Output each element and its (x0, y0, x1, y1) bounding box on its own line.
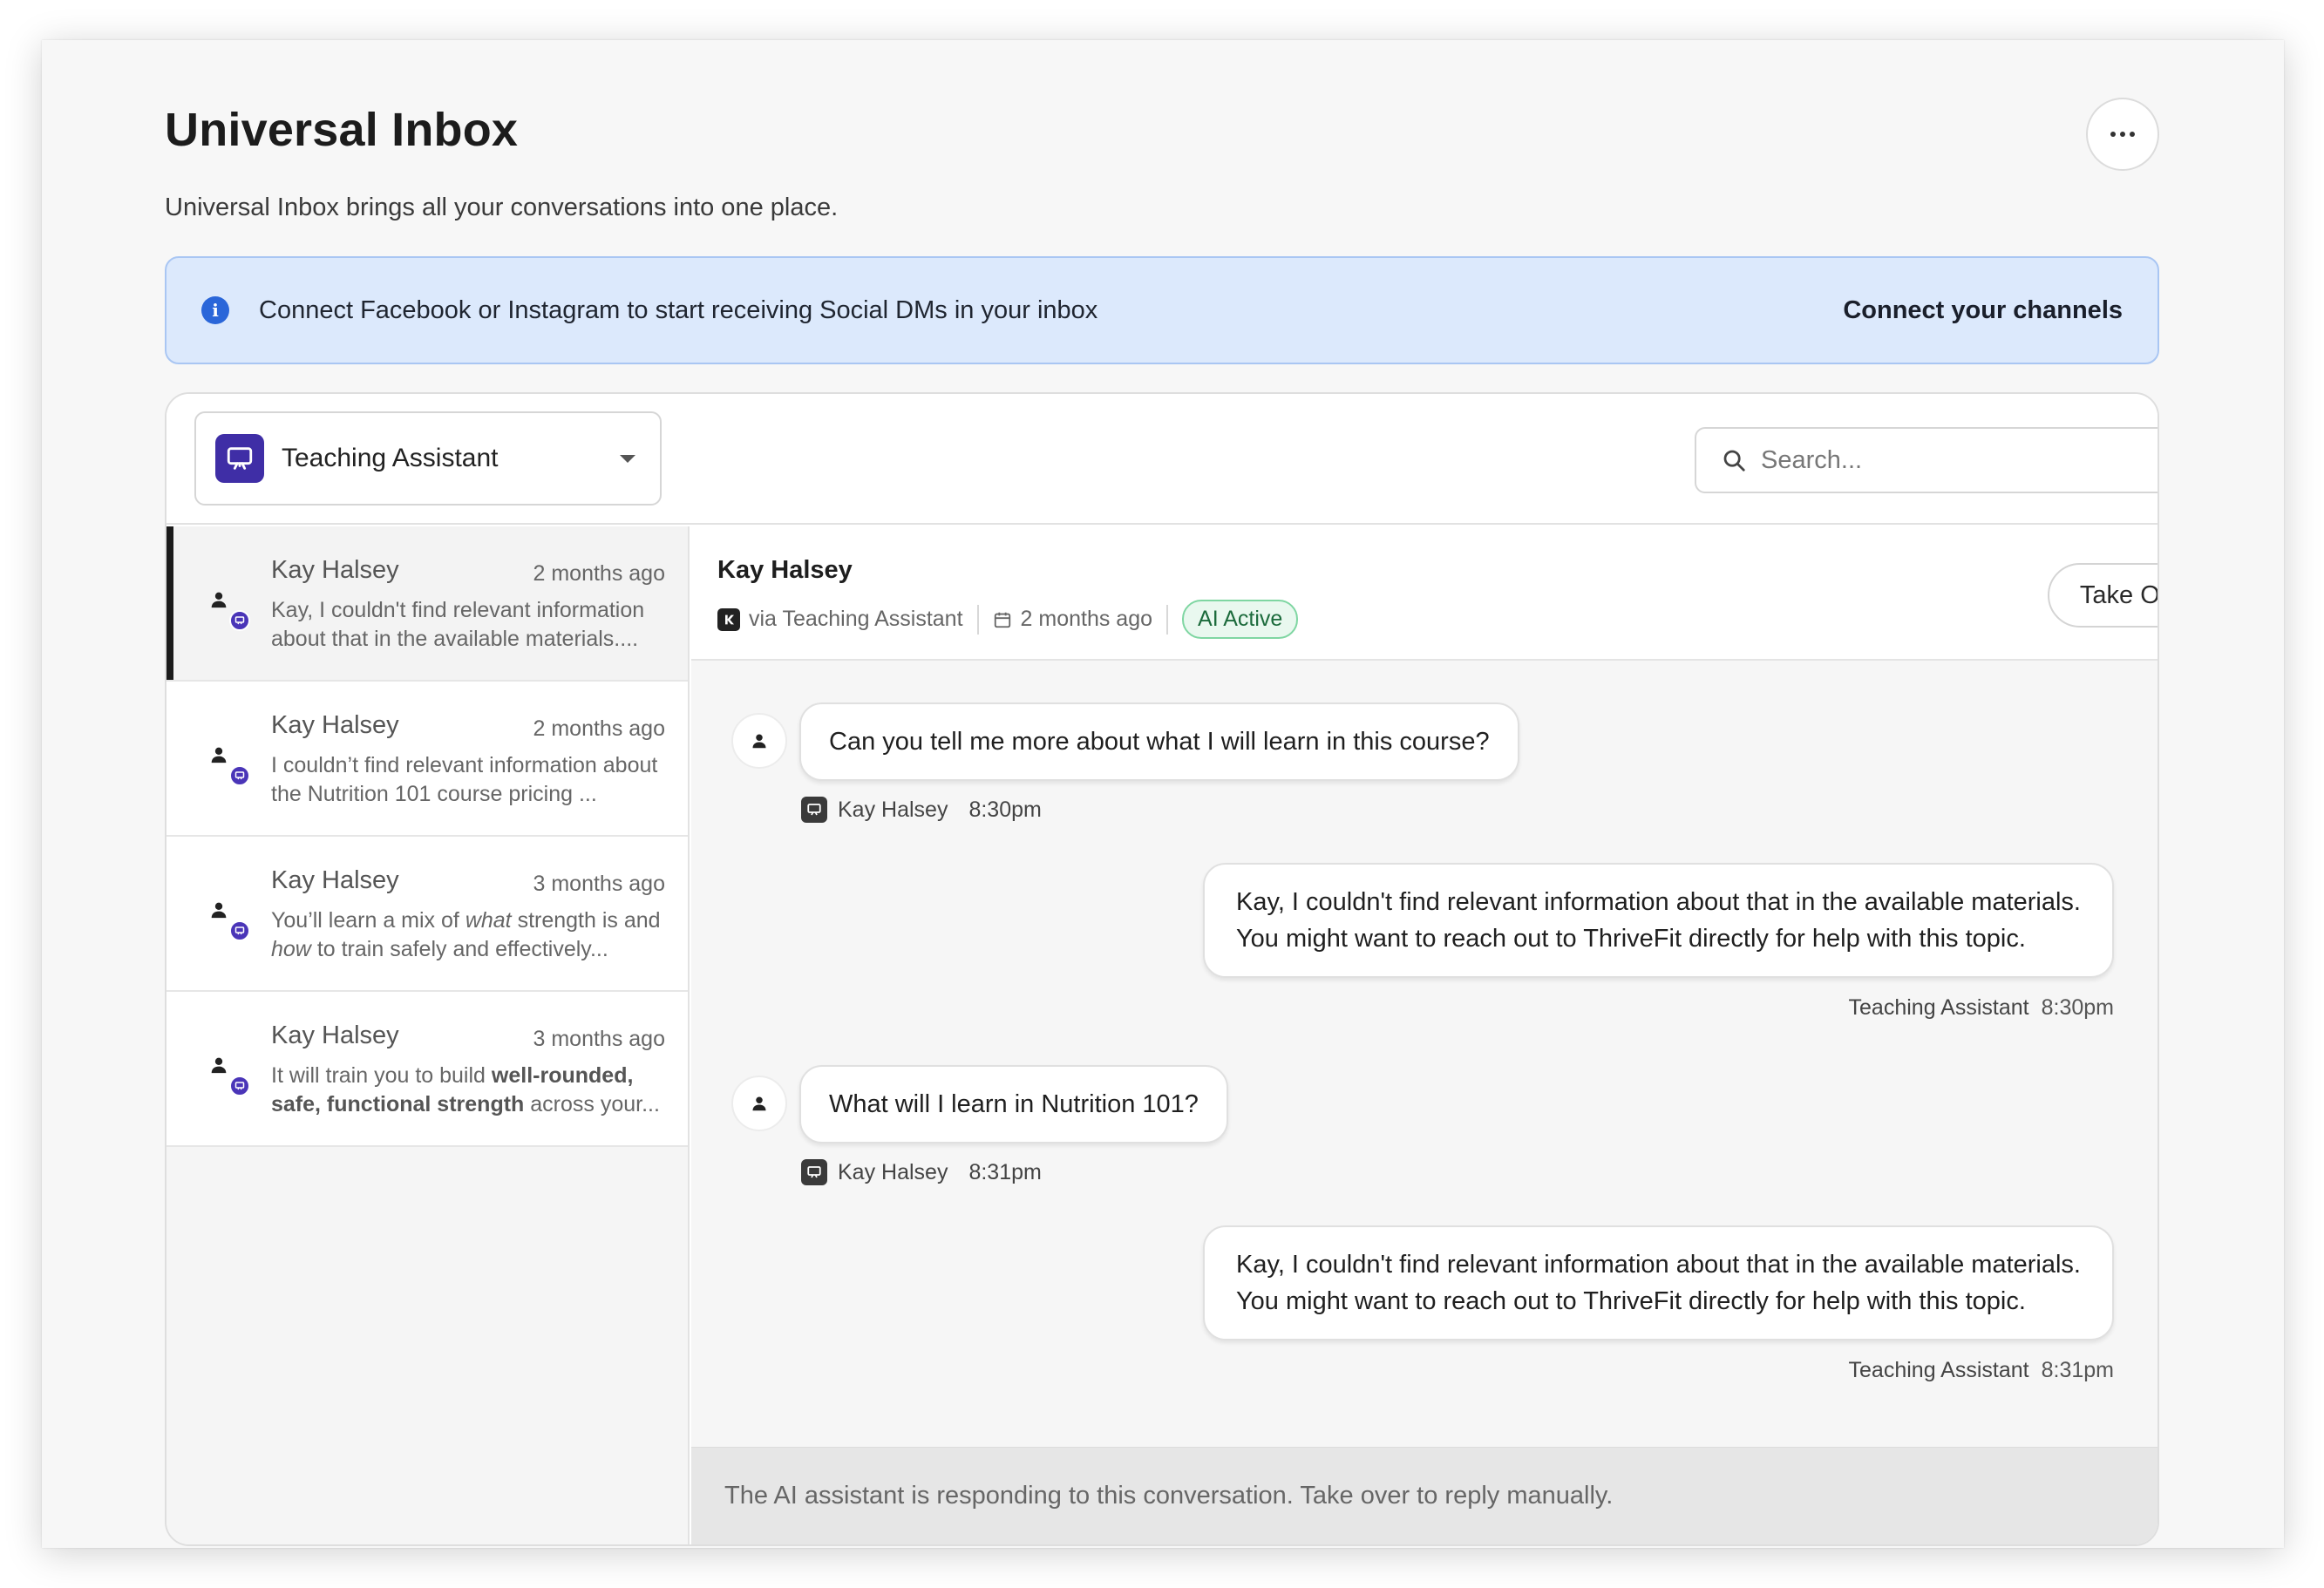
assistant-selector[interactable]: Teaching Assistant (194, 411, 662, 506)
divider (976, 604, 979, 635)
conversation-time: 3 months ago (533, 1027, 666, 1051)
page-title: Universal Inbox (165, 104, 519, 156)
presentation-board-icon (801, 797, 827, 823)
conversation-time: 2 months ago (533, 561, 666, 586)
conversation-preview: I couldn’t find relevant information abo… (271, 753, 658, 806)
message-bubble: Kay, I couldn't find relevant informatio… (1203, 1225, 2114, 1340)
chat-contact-name: Kay Halsey (717, 556, 853, 584)
conversation-preview: Kay, I couldn't find relevant informatio… (271, 598, 645, 651)
avatar (210, 746, 259, 795)
presentation-board-icon (215, 434, 264, 483)
kajabi-logo-icon (717, 607, 740, 631)
message-sender: Teaching Assistant (1848, 1358, 2029, 1382)
chat-panel: Kay Halsey via Teaching Assistant 2 mont… (691, 526, 2158, 1544)
conversation-preview: It will train you to build well-rounded,… (271, 1063, 660, 1116)
message-meta: Teaching Assistant 8:30pm (1203, 995, 2114, 1021)
conversation-item[interactable]: Kay Halsey 3 months ago It will train yo… (166, 992, 688, 1147)
message-bubble: What will I learn in Nutrition 101? (799, 1065, 1228, 1143)
conversation-list: Kay Halsey 2 months ago Kay, I couldn't … (166, 526, 690, 1544)
assistant-badge-icon (229, 610, 250, 631)
avatar (731, 1076, 787, 1131)
assistant-badge-icon (229, 920, 250, 941)
more-options-button[interactable] (2086, 98, 2159, 171)
ai-active-badge: AI Active (1182, 600, 1299, 639)
message-line: Kay, I couldn't find relevant informatio… (1236, 888, 2081, 916)
message-meta: Kay Halsey 8:31pm (801, 1159, 1042, 1185)
avatar (210, 901, 259, 950)
message-bubble: Kay, I couldn't find relevant informatio… (1203, 863, 2114, 978)
ai-message: Kay, I couldn't find relevant informatio… (1203, 1225, 2114, 1383)
conversation-time: 3 months ago (533, 872, 666, 896)
message-sender: Kay Halsey (838, 1159, 948, 1184)
chat-header: Kay Halsey via Teaching Assistant 2 mont… (691, 526, 2158, 661)
panel-toolbar: Teaching Assistant (166, 394, 2158, 525)
assistant-badge-icon (229, 765, 250, 786)
search-box[interactable] (1695, 427, 2158, 493)
person-icon (752, 1096, 766, 1111)
presentation-board-icon (801, 1159, 827, 1185)
conversation-time: 2 months ago (533, 716, 666, 741)
message-sender: Teaching Assistant (1848, 995, 2029, 1020)
ai-responding-notice: The AI assistant is responding to this c… (691, 1447, 2158, 1544)
message-time: 8:31pm (968, 1159, 1042, 1184)
search-input[interactable] (1761, 445, 2144, 475)
message-bubble: Can you tell me more about what I will l… (799, 702, 1519, 781)
message-sender: Kay Halsey (838, 797, 948, 822)
message-time: 8:30pm (968, 797, 1042, 822)
message-time: 8:30pm (2041, 995, 2114, 1020)
conversation-name: Kay Halsey (271, 711, 399, 739)
message-time: 8:31pm (2041, 1358, 2114, 1382)
search-icon (1723, 450, 1745, 472)
connect-channels-banner: i Connect Facebook or Instagram to start… (165, 256, 2159, 364)
conversation-item[interactable]: Kay Halsey 3 months ago You’ll learn a m… (166, 837, 688, 992)
calendar-icon (993, 610, 1012, 629)
ellipsis-icon (2110, 132, 2135, 137)
assistant-badge-icon (229, 1076, 250, 1096)
conversation-preview: You’ll learn a mix of what strength is a… (271, 908, 661, 961)
connect-channels-link[interactable]: Connect your channels (1843, 296, 2123, 325)
take-over-button[interactable]: Take Over (2048, 563, 2158, 628)
page-subtitle: Universal Inbox brings all your conversa… (165, 193, 839, 221)
person-icon (211, 902, 227, 919)
conversation-name: Kay Halsey (271, 1021, 399, 1049)
divider (1166, 604, 1169, 635)
chat-meta: via Teaching Assistant 2 months ago AI A… (717, 600, 1299, 639)
message-line: You might want to reach out to ThriveFit… (1236, 1287, 2026, 1315)
message-meta: Teaching Assistant 8:31pm (1203, 1358, 2114, 1383)
message-line: Kay, I couldn't find relevant informatio… (1236, 1251, 2081, 1279)
banner-text: Connect Facebook or Instagram to start r… (259, 295, 1098, 324)
inbox-panel: Teaching Assistant Kay Halsey 2 months a… (165, 392, 2159, 1546)
person-icon (211, 592, 227, 608)
avatar (210, 591, 259, 640)
ai-message: Kay, I couldn't find relevant informatio… (1203, 863, 2114, 1021)
chevron-down-icon (620, 454, 635, 463)
person-icon (211, 747, 227, 763)
person-icon (752, 734, 766, 749)
conversation-name: Kay Halsey (271, 556, 399, 584)
avatar (210, 1056, 259, 1105)
message-meta: Kay Halsey 8:30pm (801, 797, 1042, 823)
conversation-name: Kay Halsey (271, 866, 399, 894)
chat-time: 2 months ago (1020, 607, 1153, 631)
message-line: You might want to reach out to ThriveFit… (1236, 925, 2026, 953)
conversation-item[interactable]: Kay Halsey 2 months ago Kay, I couldn't … (166, 526, 688, 682)
conversation-item[interactable]: Kay Halsey 2 months ago I couldn’t find … (166, 682, 688, 837)
avatar (731, 713, 787, 769)
person-icon (211, 1057, 227, 1074)
app-window: Universal Inbox Universal Inbox brings a… (42, 40, 2284, 1548)
info-icon: i (201, 296, 229, 324)
chat-via: via Teaching Assistant (749, 607, 963, 631)
assistant-selector-label: Teaching Assistant (282, 444, 499, 472)
